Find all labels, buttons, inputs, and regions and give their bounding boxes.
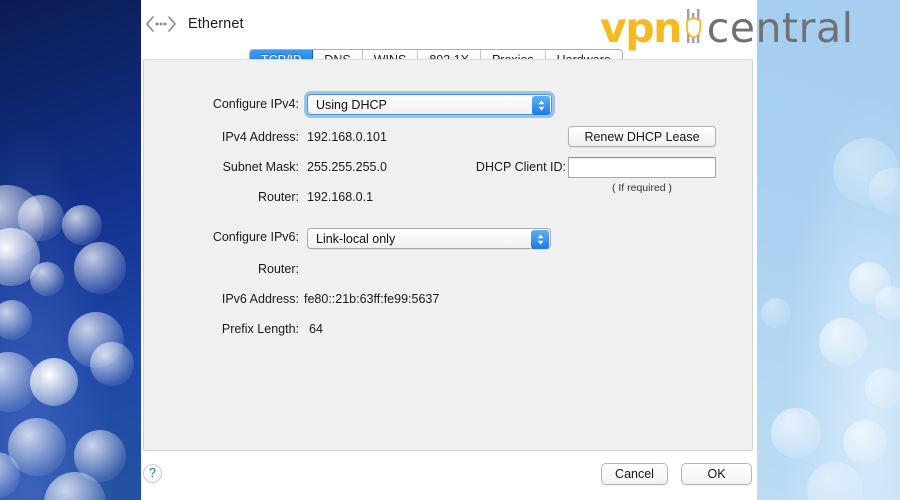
bokeh-circle [771,408,821,458]
bokeh-circle [30,262,64,296]
renew-dhcp-lease-button[interactable]: Renew DHCP Lease [568,126,716,147]
prefix-length-value-row: 64 [309,322,323,336]
cancel-button[interactable]: Cancel [601,463,668,485]
dhcp-client-id-hint: ( If required ) [611,182,673,194]
subnet-mask-label: Subnet Mask: [222,160,299,174]
ipv4-address-label: IPv4 Address: [221,130,299,144]
ipv6-address-label: IPv6 Address: [221,292,299,306]
configure-ipv6-label-row: Configure IPv6: [144,230,299,244]
ipv4-router-value: 192.168.0.1 [307,190,374,204]
bokeh-circle [0,300,32,340]
configure-ipv4-value: Using DHCP [316,97,387,112]
ipv6-address-value: fe80::21b:63ff:fe99:5637 [304,292,440,306]
ipv4-address-label-row: IPv4 Address: [144,130,299,144]
bokeh-circle [74,242,126,294]
service-header: Ethernet [141,14,244,34]
wallpaper-left [0,0,141,500]
screen: Ethernet TCP/IP DNS WINS 802.1X Proxies … [0,0,900,500]
bokeh-circle [62,205,102,245]
configure-ipv4-label: Configure IPv4: [212,97,299,111]
configure-ipv6-label: Configure IPv6: [212,230,299,244]
tcpip-settings-pane: Configure IPv4: Using DHCP IPv4 Address:… [143,59,753,451]
shield-divider-icon [681,7,707,49]
ipv4-address-value: 192.168.0.101 [307,130,387,144]
ethernet-icon [144,14,178,34]
configure-ipv6-value: Link-local only [316,231,396,246]
bokeh-circle [807,462,863,500]
configure-ipv4-popup[interactable]: Using DHCP [307,94,552,115]
configure-ipv6-popup[interactable]: Link-local only [307,228,551,249]
ipv4-router-label: Router: [258,190,299,204]
ipv4-router-value-row: 192.168.0.1 [307,190,373,204]
bokeh-circle [875,286,900,320]
dhcp-client-id-input[interactable] [568,157,716,178]
bokeh-circle [865,368,900,408]
logo-text-vpn: vpn [600,3,682,52]
ipv4-address-value-row: 192.168.0.101 [307,130,387,144]
dhcp-client-id-label-row: DHCP Client ID: [444,160,566,174]
ok-button[interactable]: OK [681,463,752,485]
bokeh-circle [90,342,134,386]
chevron-updown-icon [531,230,549,249]
bokeh-circle [819,318,867,366]
subnet-mask-value-row: 255.255.255.0 [307,160,387,174]
bokeh-circle [843,420,887,464]
subnet-mask-label-row: Subnet Mask: [144,160,299,174]
ipv6-address-value-row: fe80::21b:63ff:fe99:5637 [304,292,439,306]
network-preferences-dialog: Ethernet TCP/IP DNS WINS 802.1X Proxies … [141,0,757,500]
chevron-updown-icon [532,96,550,115]
ipv4-router-label-row: Router: [144,190,299,204]
configure-ipv4-label-row: Configure IPv4: [144,97,299,111]
prefix-length-label-row: Prefix Length: [144,322,299,336]
ipv6-address-label-row: IPv6 Address: [144,292,299,306]
service-name: Ethernet [188,16,244,32]
vpncentral-logo: vpn central [600,5,853,51]
bokeh-circle [30,358,78,406]
dhcp-client-id-label: DHCP Client ID: [475,160,566,174]
wallpaper-right [757,0,900,500]
bokeh-circle [761,298,791,328]
subnet-mask-value: 255.255.255.0 [307,160,387,174]
ipv6-router-label: Router: [258,262,299,276]
prefix-length-label: Prefix Length: [221,322,299,336]
ipv6-router-label-row: Router: [144,262,299,276]
help-button[interactable]: ? [143,464,162,483]
prefix-length-value: 64 [309,322,323,336]
logo-text-central: central [706,3,854,52]
